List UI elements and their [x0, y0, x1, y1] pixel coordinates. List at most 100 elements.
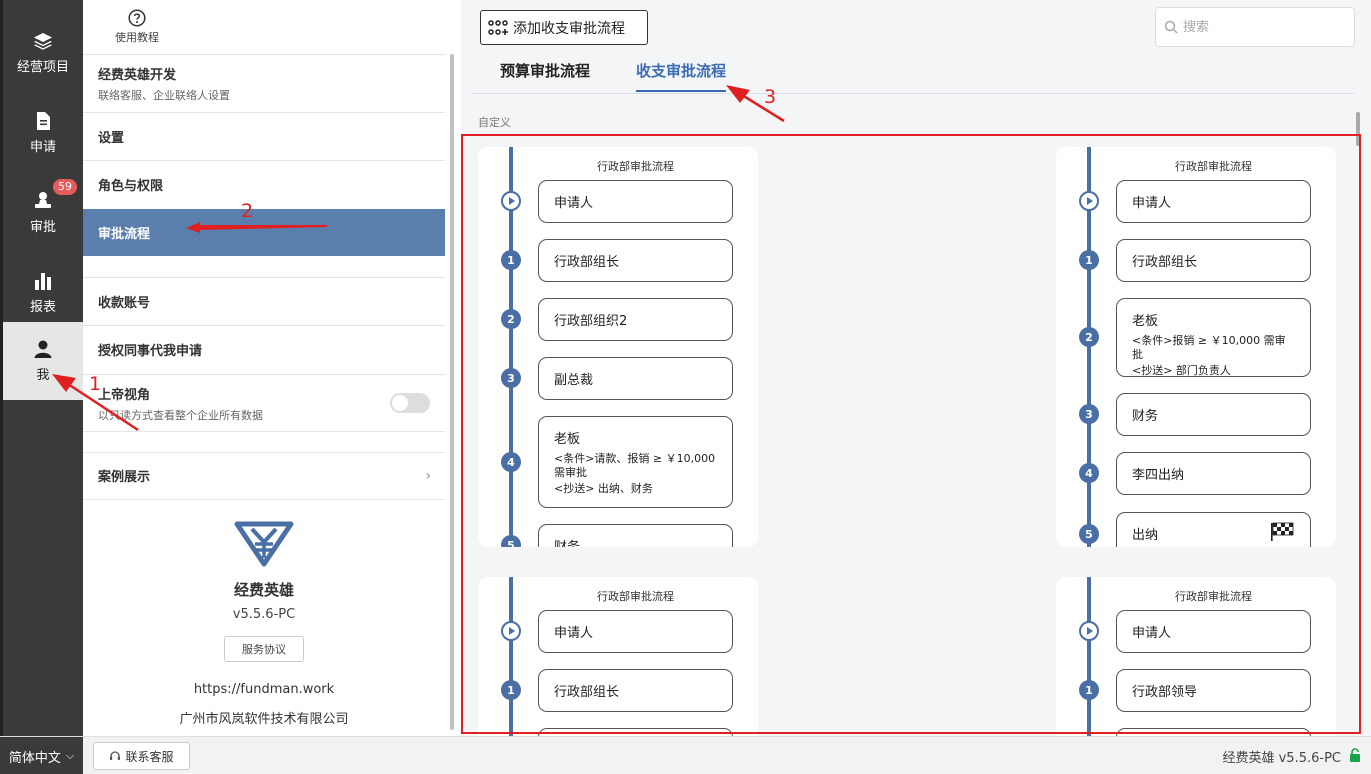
app-name: 经费英雄 — [233, 581, 294, 599]
menu-item-approval-flow[interactable]: 审批流程 — [83, 209, 445, 256]
company-subtitle: 联络客服、企业联络人设置 — [98, 89, 230, 102]
flow-step[interactable]: 申请人 — [1116, 610, 1311, 653]
add-flow-label: 添加收支审批流程 — [513, 20, 625, 37]
flow-step[interactable]: 出纳 — [1116, 512, 1311, 547]
flow-step[interactable]: 李四出纳 — [1116, 452, 1311, 495]
flow-step[interactable]: 行政部领导 — [1116, 669, 1311, 712]
flow-step[interactable]: 财务 — [538, 524, 733, 547]
flow-step[interactable]: 老板 <条件>请款、报销 ≥ ￥10,000 需审批 <抄送> 出纳、财务 — [538, 416, 733, 508]
flow-add-icon — [488, 19, 508, 35]
tab-income-expense-flow[interactable]: 收支审批流程 — [636, 60, 727, 92]
nav-label: 报表 — [29, 300, 56, 315]
menu-item-delegate[interactable]: 授权同事代我申请 — [83, 326, 445, 373]
nav-label: 申请 — [29, 140, 56, 155]
menu-item-cases[interactable]: 案例展示 › — [83, 453, 445, 498]
step-number: 2 — [501, 309, 521, 329]
step-name: 申请人 — [1132, 626, 1172, 641]
company-name-footer: 广州市风岚软件技术有限公司 — [179, 712, 349, 727]
step-name: 行政部组长 — [1132, 255, 1198, 270]
god-view-label: 上帝视角 — [98, 387, 151, 403]
nav-me[interactable]: 我 — [3, 322, 83, 400]
company-settings-item[interactable]: 经费英雄开发 联络客服、企业联络人设置 — [83, 55, 445, 112]
service-agreement-button[interactable]: 服务协议 — [224, 636, 304, 662]
search-box[interactable] — [1155, 7, 1355, 47]
tutorial-button[interactable]: 使用教程 — [83, 0, 191, 54]
flow-step[interactable]: 行政部组织2 — [538, 298, 733, 341]
step-name: 行政部组织2 — [554, 314, 628, 329]
flow-step[interactable]: 行政部组长 — [538, 669, 733, 712]
step-number: 1 — [501, 680, 521, 700]
step-name: 行政部组长 — [554, 685, 620, 700]
stamp-icon — [35, 192, 51, 208]
step-name: 申请人 — [1132, 196, 1172, 211]
step-cc: <抄送> 部门负责人 — [1132, 364, 1231, 377]
tutorial-label: 使用教程 — [115, 31, 159, 44]
menu-item-settings[interactable]: 设置 — [83, 113, 445, 160]
status-bar: 简体中文 ⌵ 联系客服 经费英雄 v5.5.6-PC — [0, 736, 1371, 774]
step-name: 老板 — [1132, 314, 1159, 329]
flow-card[interactable]: 行政部审批流程 申请人 1 行政部组长 2 老板 <条件>报销 ≥ ￥10,00… — [1056, 147, 1336, 547]
annotation-number-3: 3 — [764, 86, 777, 108]
menu-item-label: 收款账号 — [98, 296, 151, 311]
step-number: 1 — [1079, 250, 1099, 270]
language-label: 简体中文 — [8, 750, 61, 766]
main-content: 添加收支审批流程 预算审批流程 收支审批流程 自定义 行政部审批流程 申请人 1… — [461, 0, 1371, 774]
step-name: 财务 — [1132, 409, 1159, 424]
nav-reports[interactable]: 报表 — [3, 254, 83, 332]
flow-step[interactable]: 财务 — [1116, 393, 1311, 436]
nav-label: 经营项目 — [16, 60, 69, 75]
section-label: 自定义 — [478, 116, 511, 129]
website-link[interactable]: https://fundman.work — [83, 682, 445, 697]
start-icon — [501, 191, 521, 211]
main-scrollbar[interactable] — [1356, 112, 1360, 146]
step-number: 5 — [501, 535, 521, 547]
flow-step[interactable]: 申请人 — [1116, 180, 1311, 223]
step-name: 行政部组长 — [554, 255, 620, 270]
start-icon — [1079, 191, 1099, 211]
chevron-down-icon: ⌵ — [65, 749, 75, 762]
search-input[interactable] — [1183, 19, 1343, 35]
panel-scrollbar[interactable] — [450, 54, 454, 730]
menu-item-receiving-account[interactable]: 收款账号 — [83, 278, 445, 325]
step-number: 1 — [501, 250, 521, 270]
start-icon — [1079, 621, 1099, 641]
step-name: 副总裁 — [554, 373, 594, 388]
step-number: 4 — [501, 452, 521, 472]
annotation-number-2: 2 — [241, 200, 254, 222]
step-condition: <条件>请款、报销 ≥ ￥10,000 需审批 — [554, 452, 716, 479]
tab-budget-flow[interactable]: 预算审批流程 — [500, 60, 590, 92]
flow-step[interactable]: 行政部组长 — [1116, 239, 1311, 282]
nav-apply[interactable]: 申请 — [3, 94, 83, 172]
layers-icon — [34, 33, 52, 50]
nav-projects[interactable]: 经营项目 — [3, 14, 83, 92]
flow-title: 行政部审批流程 — [597, 160, 674, 173]
flow-title: 行政部审批流程 — [1175, 590, 1252, 603]
menu-item-label: 授权同事代我申请 — [98, 344, 203, 359]
add-flow-button[interactable]: 添加收支审批流程 — [480, 10, 648, 45]
step-name: 李四出纳 — [1132, 468, 1185, 483]
menu-item-label: 设置 — [98, 131, 125, 146]
search-icon — [1164, 20, 1178, 34]
left-nav-rail: 经营项目 申请 审批 59 报表 我 — [0, 0, 83, 736]
flow-step[interactable]: 副总裁 — [538, 357, 733, 400]
nav-label: 我 — [36, 368, 50, 383]
nav-label: 审批 — [29, 220, 56, 235]
flow-step[interactable]: 老板 <条件>报销 ≥ ￥10,000 需审批 <抄送> 部门负责人 — [1116, 298, 1311, 377]
contact-support-label: 联系客服 — [125, 749, 174, 764]
step-name: 出纳 — [1132, 528, 1159, 543]
nav-approve[interactable]: 审批 59 — [3, 174, 83, 252]
bar-chart-icon — [35, 273, 51, 290]
flow-step[interactable]: 行政部组长 — [538, 239, 733, 282]
flow-step[interactable]: 申请人 — [538, 180, 733, 223]
divider — [83, 431, 445, 432]
contact-support-button[interactable]: 联系客服 — [93, 742, 190, 770]
flow-title: 行政部审批流程 — [597, 590, 674, 603]
app-logo-icon — [234, 521, 294, 567]
company-name: 经费英雄开发 — [98, 68, 177, 83]
flow-step[interactable]: 申请人 — [538, 610, 733, 653]
god-view-toggle[interactable] — [390, 393, 430, 413]
menu-item-label: 审批流程 — [98, 227, 151, 242]
menu-item-roles[interactable]: 角色与权限 — [83, 161, 445, 208]
language-selector[interactable]: 简体中文 ⌵ — [0, 737, 83, 774]
flow-card[interactable]: 行政部审批流程 申请人 1 行政部组长 2 行政部组织2 3 副总裁 4 老板 … — [478, 147, 758, 547]
